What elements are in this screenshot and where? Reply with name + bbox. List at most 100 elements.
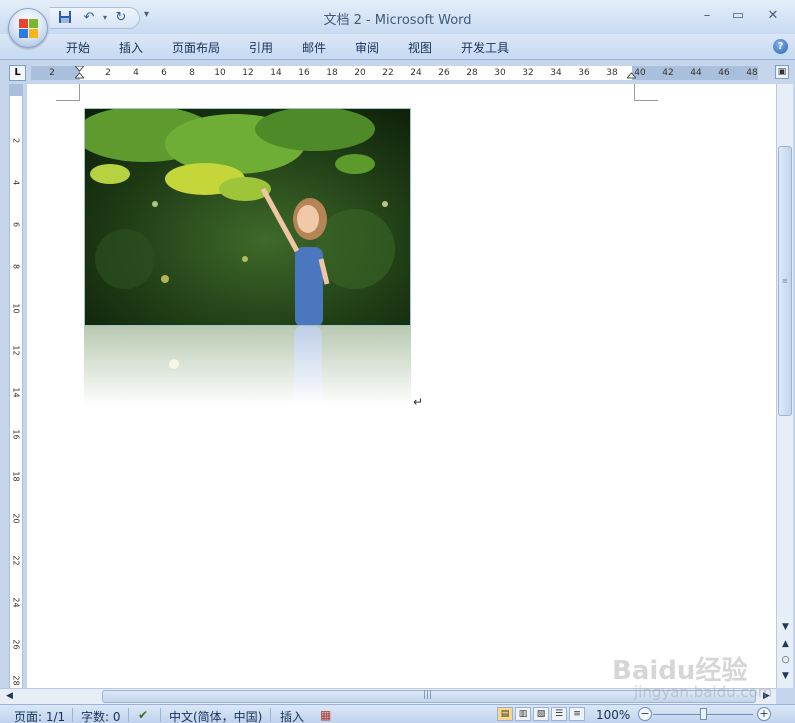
vruler-number: 10: [11, 303, 21, 314]
ruler-number: 22: [382, 68, 394, 78]
ruler-number: 16: [298, 68, 310, 78]
tab-home[interactable]: 开始: [66, 39, 90, 56]
baidu-watermark-logo: Baidu经验: [612, 656, 748, 686]
draft-icon[interactable]: ≡: [569, 707, 585, 721]
word-count[interactable]: 字数: 0: [81, 708, 121, 723]
ruler-number: 34: [550, 68, 562, 78]
vertical-scrollbar[interactable]: ≡ ▼ ▲ ○ ▼: [776, 84, 793, 688]
ruler-number: 10: [214, 68, 226, 78]
hscroll-grip-icon: |||: [423, 690, 433, 700]
horizontal-ruler[interactable]: 2 2 4 6 8 10 12 14 16 18 20 22 24 26 28 …: [31, 66, 758, 80]
previous-page-icon[interactable]: ▲: [778, 637, 793, 652]
text-cursor-icon: ↵: [413, 395, 424, 409]
margin-corner-top-right: [634, 84, 658, 101]
zoom-level[interactable]: 100%: [596, 708, 630, 722]
ruler-number: 2: [105, 68, 111, 78]
ribbon-tabs: 开始 插入 页面布局 引用 邮件 审阅 视图 开发工具: [0, 34, 795, 60]
language-indicator[interactable]: 中文(简体，中国): [169, 708, 262, 723]
ruler-number: 42: [662, 68, 674, 78]
vruler-number: 6: [11, 221, 21, 228]
ruler-number: 44: [690, 68, 702, 78]
ruler-number: 36: [578, 68, 590, 78]
ruler-number: 14: [270, 68, 282, 78]
ruler-number: 26: [438, 68, 450, 78]
girl-under-tree-photo[interactable]: [84, 108, 411, 326]
vruler-number: 22: [11, 555, 21, 566]
vruler-margin: [10, 84, 22, 96]
status-bar: 页面: 1/1 字数: 0 ✔ 中文(简体，中国) 插入 ▦ ▤ ▥ ▧ ☰ ≡…: [0, 704, 795, 723]
tab-developer[interactable]: 开发工具: [461, 39, 509, 56]
ruler-row: L 2 2 4 6 8 10 12 14 16 18 20 22 24 26 2…: [0, 61, 795, 83]
tab-references[interactable]: 引用: [249, 39, 273, 56]
status-divider: [160, 708, 161, 722]
status-divider: [128, 708, 129, 722]
tab-mailings[interactable]: 邮件: [302, 39, 326, 56]
tab-page-layout[interactable]: 页面布局: [172, 39, 220, 56]
status-divider: [270, 708, 271, 722]
full-screen-reading-icon[interactable]: ▥: [515, 707, 531, 721]
ruler-number: 8: [189, 68, 195, 78]
status-divider: [72, 708, 73, 722]
office-button[interactable]: [8, 8, 48, 48]
ruler-number: 46: [718, 68, 730, 78]
ruler-number: 4: [133, 68, 139, 78]
proofing-icon[interactable]: ✔: [138, 708, 148, 722]
zoom-slider-thumb[interactable]: [700, 708, 707, 720]
print-layout-icon[interactable]: ▤: [497, 707, 513, 721]
ruler-number: 18: [326, 68, 338, 78]
right-indent-marker[interactable]: [627, 66, 636, 80]
vruler-number: 8: [11, 263, 21, 270]
minimize-button[interactable]: –: [697, 8, 717, 24]
reflection-fade: [84, 326, 411, 410]
vruler-number: 26: [11, 639, 21, 650]
vruler-number: 18: [11, 471, 21, 482]
scroll-grip-icon: ≡: [782, 277, 788, 285]
zoom-out-button[interactable]: −: [638, 707, 652, 721]
first-line-indent-marker[interactable]: [75, 66, 84, 80]
vruler-number: 2: [11, 137, 21, 144]
ruler-number: 24: [410, 68, 422, 78]
photo-reflection: [84, 326, 411, 410]
vruler-number: 12: [11, 345, 21, 356]
web-layout-icon[interactable]: ▧: [533, 707, 549, 721]
insert-mode[interactable]: 插入: [280, 708, 304, 723]
tab-view[interactable]: 视图: [408, 39, 432, 56]
tab-review[interactable]: 审阅: [355, 39, 379, 56]
ruler-number: 2: [49, 68, 55, 78]
ruler-number: 48: [746, 68, 758, 78]
close-button[interactable]: ✕: [763, 8, 783, 24]
maximize-button[interactable]: ▭: [728, 8, 748, 24]
photo-scene: [85, 109, 410, 325]
next-page-icon[interactable]: ▼: [778, 669, 793, 684]
tab-stop-selector[interactable]: L: [9, 65, 26, 81]
tab-insert[interactable]: 插入: [119, 39, 143, 56]
title-bar: ↶ ▾ ↻ ▾ 文档 2 - Microsoft Word – ▭ ✕: [0, 0, 795, 34]
vruler-number: 4: [11, 179, 21, 186]
vruler-number: 14: [11, 387, 21, 398]
ruler-number: 12: [242, 68, 254, 78]
zoom-in-button[interactable]: +: [757, 707, 771, 721]
vruler-number: 24: [11, 597, 21, 608]
vruler-number: 28: [11, 675, 21, 686]
scroll-down-icon[interactable]: ▼: [778, 620, 793, 635]
scroll-left-icon[interactable]: ◀: [2, 689, 17, 704]
window-title: 文档 2 - Microsoft Word: [323, 13, 472, 28]
macro-record-icon[interactable]: ▦: [320, 708, 331, 722]
ruler-number: 32: [522, 68, 534, 78]
vertical-scroll-thumb[interactable]: ≡: [778, 146, 792, 416]
vruler-number: 20: [11, 513, 21, 524]
outline-icon[interactable]: ☰: [551, 707, 567, 721]
view-ruler-button[interactable]: ▣: [775, 65, 789, 79]
ruler-number: 6: [161, 68, 167, 78]
ruler-number: 30: [494, 68, 506, 78]
page-count[interactable]: 页面: 1/1: [14, 708, 65, 723]
help-icon[interactable]: ?: [773, 39, 788, 54]
ruler-number: 38: [606, 68, 618, 78]
margin-corner-top-left: [56, 84, 80, 101]
vertical-ruler[interactable]: 2 4 6 8 10 12 14 16 18 20 22 24 26 28: [9, 84, 23, 688]
office-logo-icon: [19, 19, 39, 39]
vruler-number: 16: [11, 429, 21, 440]
select-browse-object-icon[interactable]: ○: [778, 653, 793, 668]
ruler-number: 20: [354, 68, 366, 78]
ruler-number: 28: [466, 68, 478, 78]
